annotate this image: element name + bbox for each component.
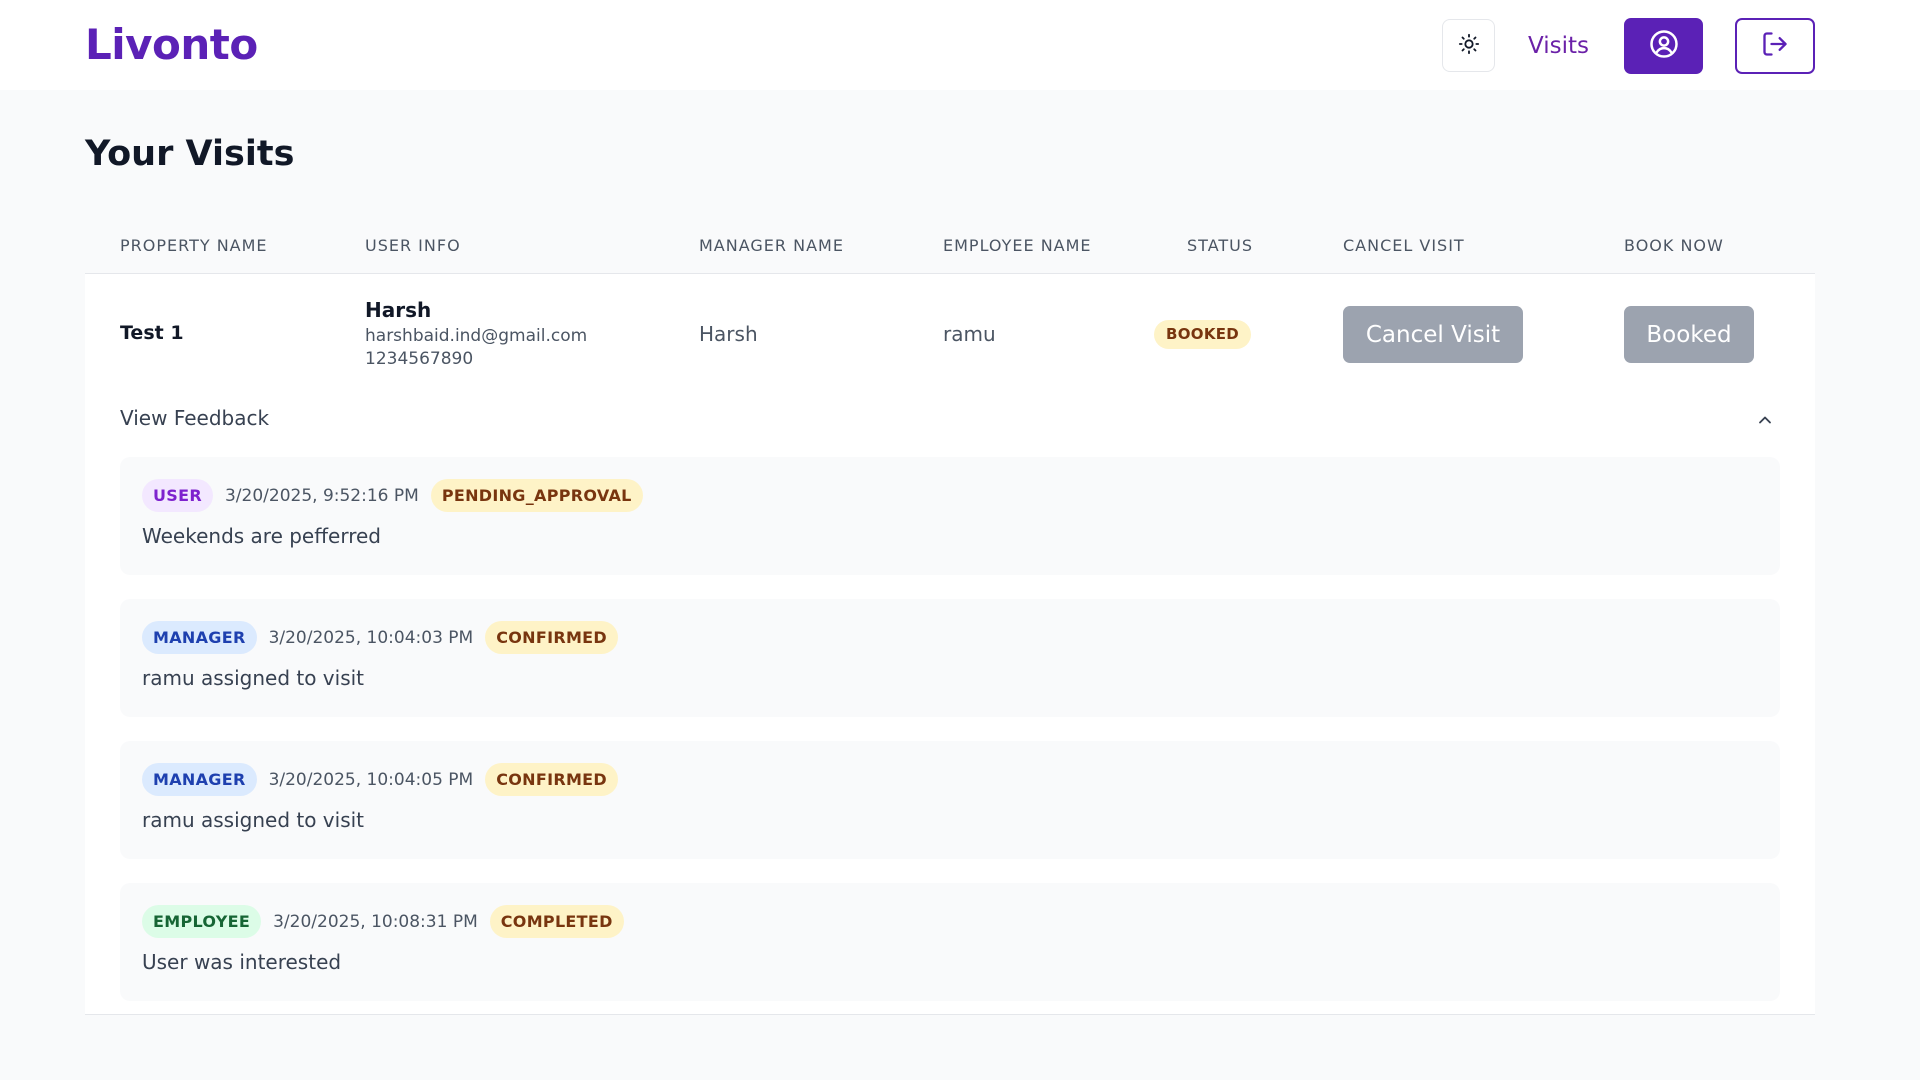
visits-table: PROPERTY NAME USER INFO MANAGER NAME EMP…: [85, 220, 1815, 1015]
column-header-property-name: PROPERTY NAME: [120, 236, 268, 255]
chevron-up-icon[interactable]: [1755, 410, 1775, 430]
role-badge: EMPLOYEE: [142, 905, 262, 938]
role-badge: USER: [142, 479, 213, 512]
property-name-cell: Test 1: [120, 322, 184, 344]
role-badge: MANAGER: [142, 763, 257, 796]
manager-name-cell: Harsh: [699, 322, 758, 346]
feedback-timestamp: 3/20/2025, 10:04:05 PM: [268, 769, 474, 790]
user-email: harshbaid.ind@gmail.com: [365, 326, 588, 346]
logout-icon: [1761, 30, 1789, 62]
column-header-book-now: BOOK NOW: [1624, 236, 1724, 255]
feedback-item: EMPLOYEE 3/20/2025, 10:08:31 PM COMPLETE…: [120, 883, 1780, 1001]
user-name: Harsh: [365, 298, 432, 322]
top-navbar: Livonto Visits: [0, 0, 1920, 90]
employee-name-cell: ramu: [943, 322, 996, 346]
feedback-item: MANAGER 3/20/2025, 10:04:05 PM CONFIRMED…: [120, 741, 1780, 859]
column-header-employee-name: EMPLOYEE NAME: [943, 236, 1092, 255]
role-badge: MANAGER: [142, 621, 257, 654]
feedback-status-badge: CONFIRMED: [485, 621, 618, 654]
user-circle-icon: [1649, 29, 1679, 63]
table-header: PROPERTY NAME USER INFO MANAGER NAME EMP…: [85, 220, 1815, 274]
user-phone: 1234567890: [365, 349, 474, 369]
feedback-item: USER 3/20/2025, 9:52:16 PM PENDING_APPRO…: [120, 457, 1780, 575]
profile-button[interactable]: [1624, 18, 1703, 74]
view-feedback-toggle[interactable]: View Feedback: [120, 406, 269, 430]
feedback-item: MANAGER 3/20/2025, 10:04:03 PM CONFIRMED…: [120, 599, 1780, 717]
booked-button[interactable]: Booked: [1624, 306, 1754, 363]
logout-button[interactable]: [1735, 18, 1815, 74]
feedback-message: User was interested: [142, 950, 342, 974]
page-title: Your Visits: [85, 134, 295, 174]
feedback-status-badge: COMPLETED: [489, 905, 624, 938]
feedback-message: Weekends are pefferred: [142, 524, 381, 548]
cancel-visit-button[interactable]: Cancel Visit: [1343, 306, 1523, 363]
status-badge: BOOKED: [1154, 320, 1252, 349]
feedback-message: ramu assigned to visit: [142, 666, 365, 690]
feedback-message: ramu assigned to visit: [142, 808, 365, 832]
feedback-timestamp: 3/20/2025, 10:04:03 PM: [268, 627, 474, 648]
nav-link-visits[interactable]: Visits: [1528, 28, 1589, 64]
column-header-cancel-visit: CANCEL VISIT: [1343, 236, 1465, 255]
feedback-status-badge: PENDING_APPROVAL: [430, 479, 643, 512]
feedback-timestamp: 3/20/2025, 10:08:31 PM: [273, 911, 478, 932]
column-header-status: STATUS: [1187, 236, 1254, 255]
app-logo[interactable]: Livonto: [85, 20, 258, 69]
column-header-manager-name: MANAGER NAME: [699, 236, 844, 255]
feedback-timestamp: 3/20/2025, 9:52:16 PM: [224, 485, 419, 506]
sun-icon: [1458, 33, 1480, 59]
feedback-status-badge: CONFIRMED: [485, 763, 618, 796]
theme-toggle-button[interactable]: [1442, 19, 1495, 72]
column-header-user-info: USER INFO: [365, 236, 461, 255]
